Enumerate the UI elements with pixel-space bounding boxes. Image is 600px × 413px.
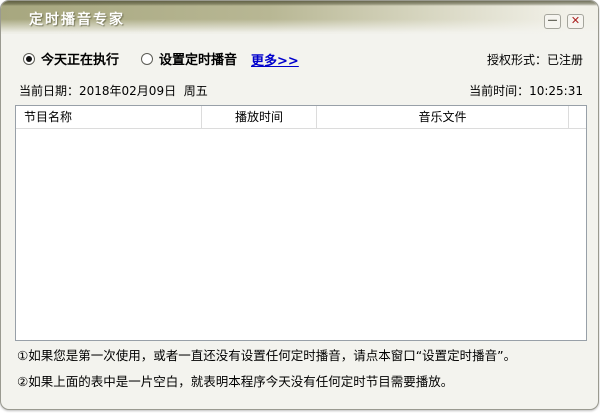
radio-setup-broadcast[interactable]: 设置定时播音 bbox=[141, 49, 237, 68]
radio-selected-icon bbox=[23, 53, 35, 65]
minimize-icon: — bbox=[548, 15, 558, 26]
column-header-program-name[interactable]: 节目名称 bbox=[16, 106, 202, 128]
column-header-spacer bbox=[569, 106, 586, 128]
radio-unselected-icon bbox=[141, 53, 153, 65]
current-time: 当前时间：10:25:31 bbox=[469, 82, 583, 99]
radio-setup-label: 设置定时播音 bbox=[159, 49, 237, 68]
more-link[interactable]: 更多>> bbox=[251, 50, 299, 69]
app-window: 定时播音专家 — ✕ 今天正在执行 设置定时播音 更多>> 授权形式：已注册 当… bbox=[0, 0, 599, 410]
listview-body-empty[interactable] bbox=[16, 129, 586, 340]
options-row: 今天正在执行 设置定时播音 更多>> 授权形式：已注册 bbox=[1, 49, 598, 69]
close-icon: ✕ bbox=[571, 14, 580, 27]
note-first-use: ①如果您是第一次使用，或者一直还没有设置任何定时播音，请点本窗口“设置定时播音”… bbox=[17, 348, 592, 363]
instruction-notes: ①如果您是第一次使用，或者一直还没有设置任何定时播音，请点本窗口“设置定时播音”… bbox=[17, 348, 592, 400]
column-header-music-file[interactable]: 音乐文件 bbox=[317, 106, 569, 128]
column-header-play-time[interactable]: 播放时间 bbox=[202, 106, 317, 128]
close-button[interactable]: ✕ bbox=[567, 14, 584, 29]
current-date: 当前日期：2018年02月09日 周五 bbox=[19, 82, 208, 99]
listview-header: 节目名称 播放时间 音乐文件 bbox=[16, 106, 586, 129]
radio-today-label: 今天正在执行 bbox=[41, 49, 119, 68]
license-status: 授权形式：已注册 bbox=[487, 51, 583, 68]
radio-today-executing[interactable]: 今天正在执行 bbox=[23, 49, 119, 68]
titlebar[interactable]: 定时播音专家 — ✕ bbox=[1, 1, 598, 34]
window-title: 定时播音专家 bbox=[29, 9, 125, 29]
minimize-button[interactable]: — bbox=[544, 14, 561, 29]
status-row: 当前日期：2018年02月09日 周五 当前时间：10:25:31 bbox=[1, 82, 598, 100]
note-empty-table: ②如果上面的表中是一片空白，就表明本程序今天没有任何定时节目需要播放。 bbox=[17, 374, 592, 389]
program-listview: 节目名称 播放时间 音乐文件 bbox=[15, 105, 587, 341]
